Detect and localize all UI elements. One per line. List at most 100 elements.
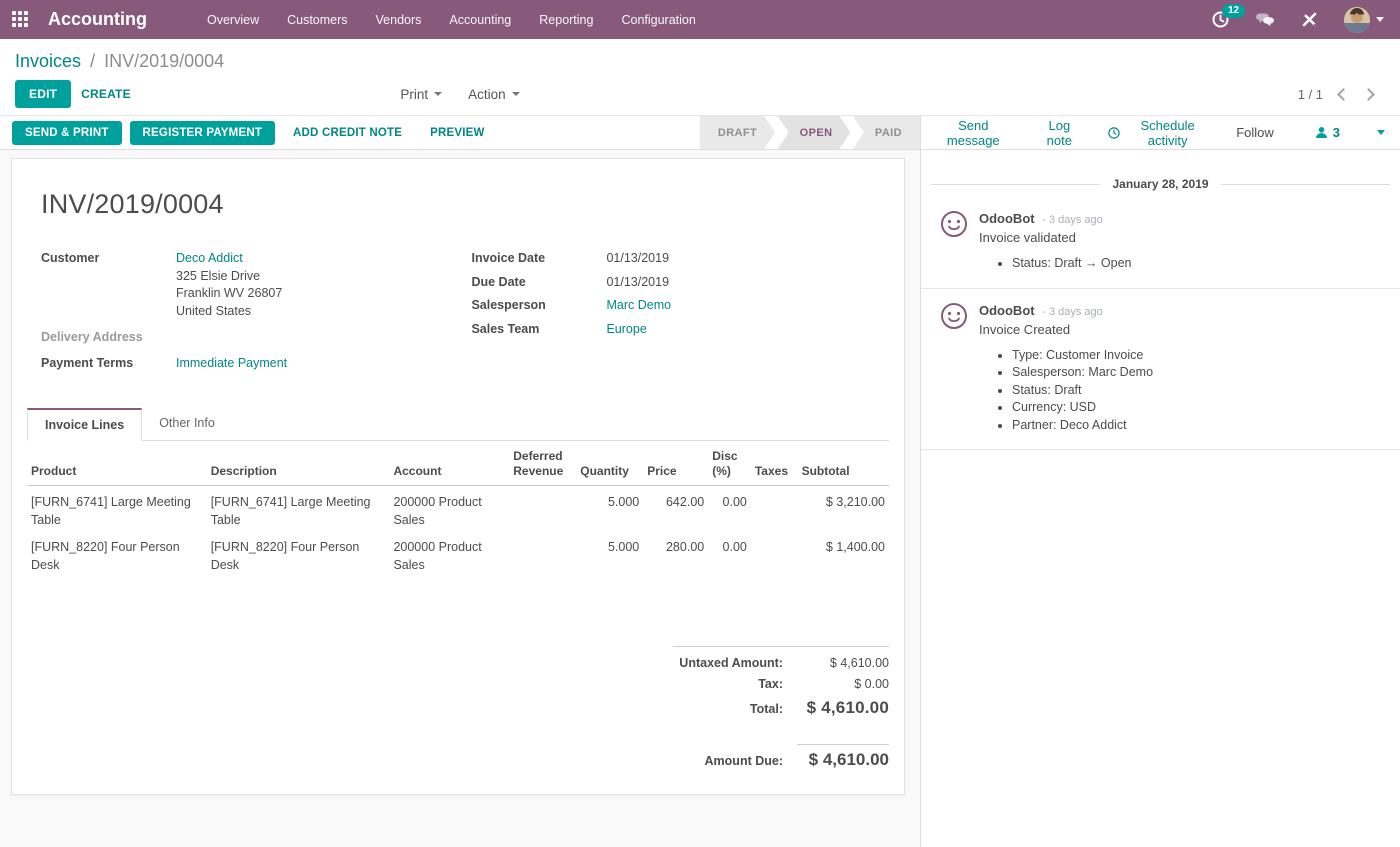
invoice-date-label: Invoice Date bbox=[471, 250, 606, 267]
invoice-number-title: INV/2019/0004 bbox=[41, 189, 889, 220]
action-dropdown[interactable]: Action bbox=[468, 87, 520, 102]
odoobot-avatar bbox=[941, 211, 967, 237]
followers-counter[interactable]: 3 bbox=[1315, 125, 1340, 140]
activity-clock-icon[interactable]: 12 bbox=[1212, 11, 1229, 28]
customer-address-line1: 325 Elsie Drive bbox=[176, 268, 282, 286]
register-payment-button[interactable]: REGISTER PAYMENT bbox=[130, 121, 276, 145]
send-message-button[interactable]: Send message bbox=[936, 118, 1011, 148]
statusbar-buttons: SEND & PRINT REGISTER PAYMENT ADD CREDIT… bbox=[12, 121, 495, 145]
invoice-date-value: 01/13/2019 bbox=[606, 250, 669, 267]
pager-previous-icon[interactable] bbox=[1337, 88, 1350, 101]
date-divider: January 28, 2019 bbox=[931, 177, 1390, 191]
log-note-button[interactable]: Log note bbox=[1038, 118, 1082, 148]
amount-due-value: $ 4,610.00 bbox=[797, 744, 889, 770]
col-disc[interactable]: Disc(%) bbox=[708, 443, 751, 486]
breadcrumb-invoices-link[interactable]: Invoices bbox=[15, 51, 81, 71]
user-avatar bbox=[1344, 7, 1370, 33]
message-detail: Currency: USD bbox=[1012, 399, 1385, 417]
menu-accounting[interactable]: Accounting bbox=[449, 13, 511, 27]
state-open[interactable]: OPEN bbox=[778, 116, 851, 149]
payment-terms-link[interactable]: Immediate Payment bbox=[176, 356, 287, 370]
app-title[interactable]: Accounting bbox=[48, 9, 147, 30]
followers-caret-icon[interactable] bbox=[1377, 130, 1385, 135]
message-timestamp: - 3 days ago bbox=[1042, 214, 1103, 226]
print-dropdown-label: Print bbox=[400, 87, 428, 102]
statusbar-row: SEND & PRINT REGISTER PAYMENT ADD CREDIT… bbox=[0, 115, 1400, 150]
col-description[interactable]: Description bbox=[207, 443, 390, 486]
menu-vendors[interactable]: Vendors bbox=[376, 13, 422, 27]
app-window: Accounting Overview Customers Vendors Ac… bbox=[0, 0, 1400, 847]
schedule-activity-label: Schedule activity bbox=[1126, 118, 1209, 148]
menu-overview[interactable]: Overview bbox=[207, 13, 259, 27]
message-author[interactable]: OdooBot bbox=[979, 303, 1035, 318]
state-draft[interactable]: DRAFT bbox=[700, 116, 775, 149]
breadcrumb: Invoices / INV/2019/0004 bbox=[15, 49, 1385, 73]
chatter-message: OdooBot - 3 days ago Invoice validated S… bbox=[921, 197, 1400, 289]
print-dropdown[interactable]: Print bbox=[400, 87, 442, 102]
date-divider-label: January 28, 2019 bbox=[1112, 177, 1208, 191]
support-tools-icon[interactable] bbox=[1301, 11, 1318, 28]
payment-terms-label: Payment Terms bbox=[41, 355, 176, 372]
untaxed-amount-value: $ 4,610.00 bbox=[797, 656, 889, 670]
table-header-row: Product Description Account DeferredReve… bbox=[27, 443, 889, 486]
menu-configuration[interactable]: Configuration bbox=[621, 13, 695, 27]
menu-customers[interactable]: Customers bbox=[287, 13, 347, 27]
sales-team-label: Sales Team bbox=[471, 321, 606, 338]
col-deferred-revenue[interactable]: DeferredRevenue bbox=[509, 443, 576, 486]
fields-right-column: Invoice Date 01/13/2019 Due Date 01/13/2… bbox=[471, 250, 889, 377]
customer-address-line3: United States bbox=[176, 303, 282, 321]
form-view: INV/2019/0004 Customer Deco Addict 325 E… bbox=[0, 150, 920, 847]
message-detail: Type: Customer Invoice bbox=[1012, 347, 1385, 365]
print-caret-icon bbox=[434, 92, 442, 96]
chatter-toolbar: Send message Log note Schedule activity … bbox=[920, 116, 1400, 149]
menu-reporting[interactable]: Reporting bbox=[539, 13, 593, 27]
salesperson-label: Salesperson bbox=[471, 297, 606, 314]
untaxed-amount-label: Untaxed Amount: bbox=[673, 656, 797, 670]
invoice-fields: Customer Deco Addict 325 Elsie Drive Fra… bbox=[41, 250, 889, 377]
totals-box: Untaxed Amount: $ 4,610.00 Tax: $ 0.00 T… bbox=[673, 646, 889, 718]
invoice-lines-table: Product Description Account DeferredReve… bbox=[27, 443, 889, 576]
customer-label: Customer bbox=[41, 250, 176, 320]
invoice-line-row[interactable]: [FURN_8220] Four Person Desk [FURN_8220]… bbox=[27, 531, 889, 576]
messages-icon[interactable] bbox=[1255, 12, 1275, 28]
invoice-sheet: INV/2019/0004 Customer Deco Addict 325 E… bbox=[11, 158, 905, 795]
state-paid[interactable]: PAID bbox=[853, 116, 920, 149]
tax-value: $ 0.00 bbox=[797, 677, 889, 691]
apps-menu-icon[interactable] bbox=[12, 11, 30, 29]
message-timestamp: - 3 days ago bbox=[1042, 306, 1103, 318]
user-menu[interactable] bbox=[1344, 7, 1384, 33]
state-arrows: DRAFT OPEN PAID bbox=[697, 116, 920, 149]
top-menu: Overview Customers Vendors Accounting Re… bbox=[207, 13, 696, 27]
customer-link[interactable]: Deco Addict bbox=[176, 250, 282, 268]
message-detail: Salesperson: Marc Demo bbox=[1012, 364, 1385, 382]
notebook-tabs: Invoice Lines Other Info bbox=[27, 407, 889, 441]
tab-other-info[interactable]: Other Info bbox=[142, 408, 232, 441]
odoobot-avatar bbox=[941, 303, 967, 329]
invoice-line-row[interactable]: [FURN_6741] Large Meeting Table [FURN_67… bbox=[27, 486, 889, 532]
salesperson-link[interactable]: Marc Demo bbox=[606, 298, 671, 312]
preview-button[interactable]: PREVIEW bbox=[420, 121, 494, 145]
control-panel-center: Print Action bbox=[15, 87, 905, 102]
add-credit-note-button[interactable]: ADD CREDIT NOTE bbox=[283, 121, 412, 145]
message-author[interactable]: OdooBot bbox=[979, 211, 1035, 226]
col-account[interactable]: Account bbox=[389, 443, 509, 486]
sales-team-link[interactable]: Europe bbox=[606, 322, 646, 336]
tab-invoice-lines[interactable]: Invoice Lines bbox=[27, 408, 142, 441]
control-panel-buttons-row: EDIT CREATE Print Action 1 / 1 bbox=[15, 73, 1385, 115]
col-product[interactable]: Product bbox=[27, 443, 207, 486]
send-print-button[interactable]: SEND & PRINT bbox=[12, 121, 122, 145]
col-quantity[interactable]: Quantity bbox=[576, 443, 643, 486]
follower-person-icon bbox=[1315, 126, 1328, 139]
amount-due-box: Amount Due: $ 4,610.00 bbox=[673, 744, 889, 770]
follow-button[interactable]: Follow bbox=[1236, 125, 1274, 140]
schedule-clock-icon bbox=[1108, 126, 1120, 140]
col-price[interactable]: Price bbox=[643, 443, 708, 486]
col-taxes[interactable]: Taxes bbox=[751, 443, 798, 486]
pager-next-icon[interactable] bbox=[1362, 88, 1375, 101]
topbar-systray: 12 bbox=[1212, 7, 1384, 33]
message-detail: Status: Draft bbox=[1012, 382, 1385, 400]
schedule-activity-button[interactable]: Schedule activity bbox=[1108, 118, 1209, 148]
col-subtotal[interactable]: Subtotal bbox=[798, 443, 889, 486]
amount-due-label: Amount Due: bbox=[673, 754, 797, 768]
action-caret-icon bbox=[512, 92, 520, 96]
